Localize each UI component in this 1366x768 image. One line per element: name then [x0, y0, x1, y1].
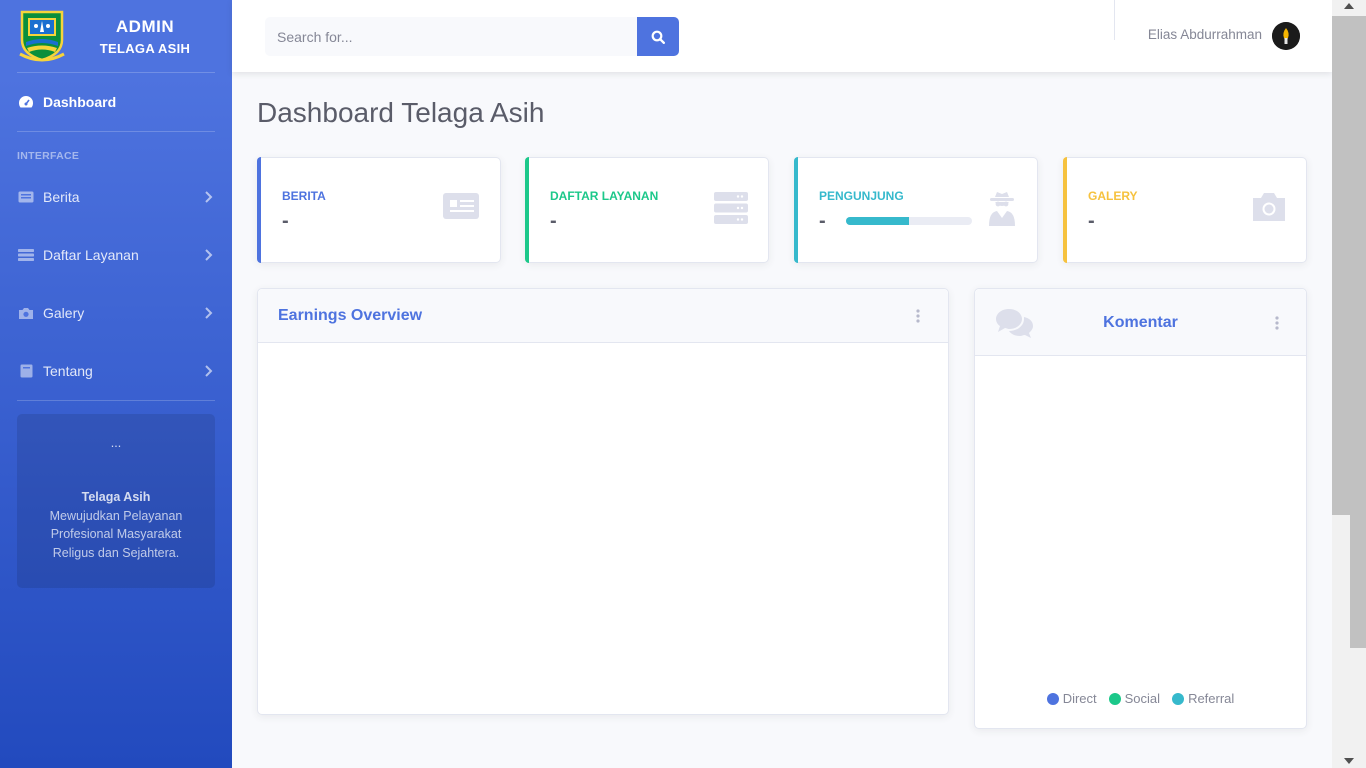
newspaper-icon: [18, 190, 34, 204]
stat-label: GALERY: [1088, 189, 1138, 203]
sidebar-brand[interactable]: ADMIN TELAGA ASIH: [0, 0, 232, 72]
brand-subtitle: TELAGA ASIH: [99, 40, 191, 56]
stat-accent-bar: [1063, 157, 1067, 263]
stat-accent-bar: [794, 157, 798, 263]
stat-card-daftar-layanan[interactable]: DAFTAR LAYANAN -: [525, 157, 769, 263]
logo-emblem: [19, 10, 65, 62]
circle-icon: [1046, 692, 1059, 705]
stat-label: DAFTAR LAYANAN: [550, 189, 659, 203]
stat-card-pengunjung[interactable]: PENGUNJUNG -: [794, 157, 1038, 263]
sidebar-item-label: Tentang: [43, 363, 93, 379]
camera-icon: [1253, 193, 1285, 221]
server-icon: [18, 248, 34, 262]
komentar-panel: Komentar Direct Social Referral: [974, 288, 1307, 729]
tachometer-icon: [18, 95, 34, 109]
sidebar-info-card: ... Telaga Asih Mewujudkan Pelayanan Pro…: [17, 414, 215, 588]
camera-icon: [18, 306, 34, 320]
komentar-chart-area: [975, 356, 1306, 676]
chevron-right-icon: [205, 249, 213, 261]
panel-header: Earnings Overview: [258, 289, 948, 343]
kebab-menu-icon[interactable]: [916, 309, 920, 323]
legend-item-direct: Direct: [1046, 691, 1097, 706]
stat-label: PENGUNJUNG: [819, 189, 904, 203]
sidebar-item-label: Berita: [43, 189, 80, 205]
sidebar-item-dashboard[interactable]: Dashboard: [0, 73, 232, 131]
circle-icon: [1172, 692, 1185, 705]
search-input[interactable]: [265, 17, 637, 56]
scroll-up-icon[interactable]: [1344, 3, 1354, 9]
sidebar-divider: [17, 400, 215, 401]
sidebar-item-berita[interactable]: Berita: [0, 168, 232, 226]
topbar-divider: [1114, 0, 1115, 40]
legend-label: Social: [1124, 691, 1161, 706]
sidebar-item-daftar-layanan[interactable]: Daftar Layanan: [0, 226, 232, 284]
sidebar-heading: INTERFACE: [17, 150, 80, 162]
stat-accent-bar: [525, 157, 529, 263]
progress-bar: [846, 217, 972, 225]
legend-item-referral: Referral: [1172, 691, 1234, 706]
earnings-chart-area: [258, 343, 948, 715]
stat-label: BERITA: [282, 189, 326, 203]
sidebar-item-label: Galery: [43, 305, 85, 321]
panel-title: Komentar: [1103, 314, 1178, 331]
scrollbar-thumb[interactable]: [1332, 16, 1366, 515]
sidebar-item-label: Dashboard: [43, 94, 117, 110]
stat-value: -: [819, 210, 826, 232]
stat-accent-bar: [257, 157, 261, 263]
search-form: [265, 17, 679, 56]
stat-value: -: [282, 210, 289, 232]
info-card-text: Mewujudkan Pelayanan Profesional Masyara…: [49, 508, 183, 560]
sidebar-item-tentang[interactable]: Tentang: [0, 342, 232, 400]
page-title: Dashboard Telaga Asih: [257, 97, 545, 128]
circle-icon: [1108, 692, 1121, 705]
server-icon: [714, 192, 748, 224]
kebab-menu-icon[interactable]: [1275, 316, 1279, 330]
search-button[interactable]: [637, 17, 679, 56]
search-icon: [651, 30, 665, 44]
scroll-down-icon[interactable]: [1344, 758, 1354, 764]
stat-card-galery[interactable]: GALERY -: [1063, 157, 1307, 263]
legend-label: Referral: [1188, 691, 1235, 706]
newspaper-icon: [443, 193, 479, 219]
panel-header: Komentar: [975, 289, 1306, 356]
chart-legend: Direct Social Referral: [975, 691, 1306, 706]
topbar: Elias Abdurrahman: [232, 0, 1332, 72]
book-icon: [18, 364, 34, 378]
stat-value: -: [550, 210, 557, 232]
chevron-right-icon: [205, 307, 213, 319]
user-name[interactable]: Elias Abdurrahman: [1148, 27, 1262, 42]
user-secret-icon: [989, 192, 1015, 226]
scrollbar-track-segment: [1350, 515, 1366, 648]
earnings-overview-panel: Earnings Overview: [257, 288, 949, 715]
chevron-right-icon: [205, 191, 213, 203]
sidebar-item-galery[interactable]: Galery: [0, 284, 232, 342]
chevron-right-icon: [205, 365, 213, 377]
legend-label: Direct: [1062, 691, 1097, 706]
info-card-title: Telaga Asih: [81, 490, 151, 504]
info-card-dots: ...: [110, 436, 122, 450]
progress-fill: [846, 217, 909, 225]
stat-card-berita[interactable]: BERITA -: [257, 157, 501, 263]
stat-value: -: [1088, 210, 1095, 232]
panel-title: Earnings Overview: [278, 307, 423, 324]
sidebar: ADMIN TELAGA ASIH Dashboard INTERFACE Be…: [0, 0, 232, 768]
legend-item-social: Social: [1108, 691, 1161, 706]
sidebar-item-label: Daftar Layanan: [43, 247, 139, 263]
avatar[interactable]: [1272, 22, 1300, 50]
brand-title: ADMIN: [115, 16, 175, 36]
